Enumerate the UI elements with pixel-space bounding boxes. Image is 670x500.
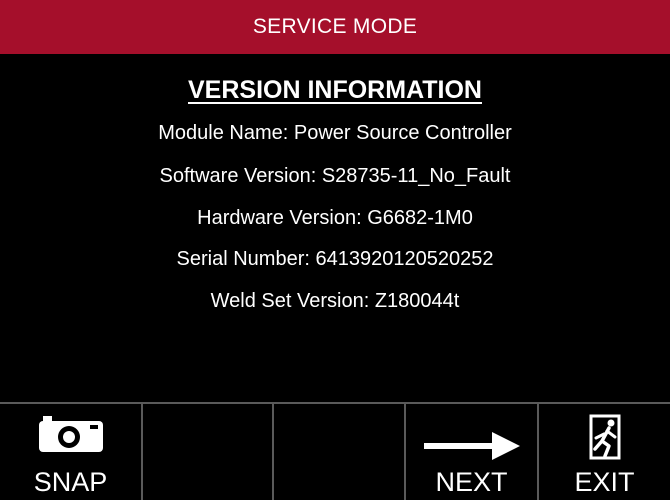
snap-label: SNAP [33, 467, 108, 497]
camera-icon [38, 416, 103, 457]
hardware-version-line: Hardware Version: G6682-1M0 [197, 207, 473, 229]
next-button[interactable]: NEXT [406, 404, 539, 500]
screen-title: SERVICE MODE [252, 15, 418, 38]
exit-door-icon [585, 414, 625, 465]
next-label: NEXT [435, 467, 508, 497]
title-bar: SERVICE MODE [0, 0, 670, 54]
toolbar-slot-2[interactable] [143, 404, 274, 500]
version-info-panel: VERSION INFORMATION Module Name: Power S… [0, 54, 670, 402]
exit-label: EXIT [574, 467, 635, 497]
arrow-right-icon [423, 432, 520, 465]
exit-button[interactable]: EXIT [539, 404, 670, 500]
weld-set-version-line: Weld Set Version: Z180044t [210, 290, 460, 312]
module-name-line: Module Name: Power Source Controller [158, 122, 512, 144]
section-heading: VERSION INFORMATION [188, 76, 482, 104]
serial-number-line: Serial Number: 6413920120520252 [176, 248, 494, 270]
bottom-toolbar: SNAP NEXT EXIT [0, 402, 670, 500]
software-version-line: Software Version: S28735-11_No_Fault [159, 165, 511, 187]
toolbar-slot-3[interactable] [274, 404, 406, 500]
snap-button[interactable]: SNAP [0, 404, 143, 500]
